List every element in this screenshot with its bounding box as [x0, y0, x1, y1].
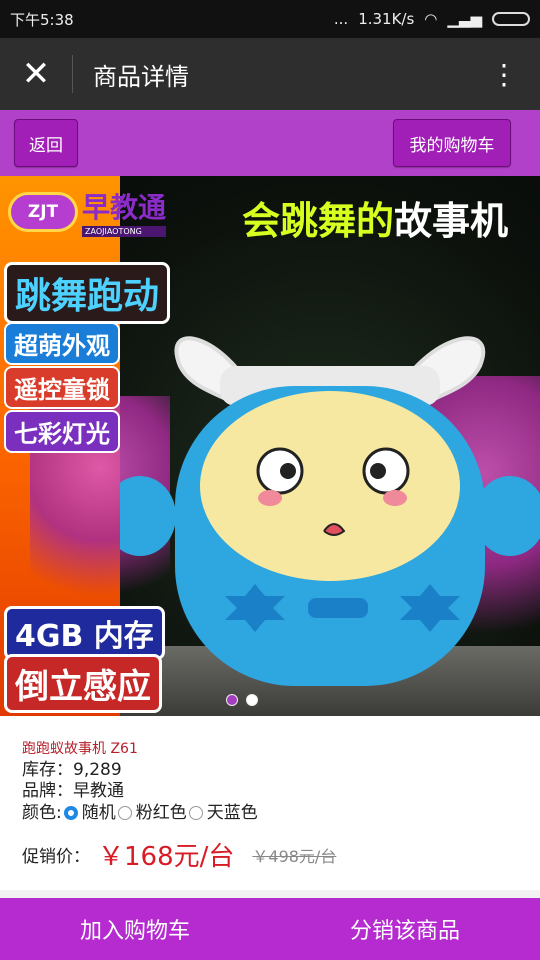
brand-name-en: ZAOJIAOTONG [82, 226, 167, 237]
product-name: 跑跑蚁故事机 Z61 [22, 741, 138, 757]
brand-badge: ZJT [8, 191, 78, 232]
status-time: 下午5:38 [10, 10, 74, 29]
product-banner[interactable]: ZJT 早教通 ZAOJIAOTONG 会跳舞的故事机 跳舞跑动 超萌外观 遥控… [0, 176, 540, 716]
wifi-icon: ◠ [424, 10, 438, 28]
feature-tag-lock: 遥控童锁 [4, 366, 120, 409]
feature-tag-light: 七彩灯光 [4, 410, 120, 453]
robot-toy-illustration [120, 336, 540, 686]
feature-tag-sensor: 倒立感应 [4, 654, 162, 713]
brand-text: 品牌：早教通 [22, 781, 124, 801]
title-divider [72, 55, 73, 93]
color-options: 颜色: 随机 粉红色 天蓝色 [22, 802, 518, 824]
stock-text: 库存：9,289 [22, 760, 122, 780]
signal-icon: ▁▃▅ [447, 10, 482, 28]
color-option-pink[interactable]: 粉红色 [136, 802, 187, 824]
price-row: 促销价： ￥168元/台 ￥498元/台 [22, 836, 518, 873]
more-icon[interactable]: ⋮ [468, 38, 540, 110]
color-option-skyblue[interactable]: 天蓝色 [207, 802, 258, 824]
promo-price: ￥168元/台 [98, 842, 235, 872]
color-option-random[interactable]: 随机 [82, 802, 116, 824]
brand-name-cn: 早教通 [82, 191, 167, 224]
distribute-button[interactable]: 分销该商品 [270, 898, 540, 960]
title-bar: ✕ 商品详情 ⋮ [0, 38, 540, 110]
carousel-indicator [226, 694, 258, 706]
my-cart-button[interactable]: 我的购物车 [393, 119, 511, 167]
page-title: 商品详情 [93, 62, 189, 91]
color-label: 颜色: [22, 803, 62, 823]
carousel-dot-1[interactable] [226, 694, 238, 706]
original-price: ￥498元/台 [252, 846, 337, 866]
radio-random[interactable] [63, 806, 78, 820]
back-button[interactable]: 返回 [14, 119, 78, 167]
promo-price-label: 促销价： [22, 847, 90, 867]
feature-tag-dance: 跳舞跑动 [4, 262, 171, 324]
network-speed: 1.31K/s [358, 10, 415, 28]
feature-tag-memory: 4GB 内存 [4, 606, 165, 660]
battery-icon [492, 12, 530, 26]
status-bar: 下午5:38 ... 1.31K/s ◠ ▁▃▅ [0, 0, 540, 38]
close-icon[interactable]: ✕ [0, 38, 72, 110]
brand-logo: ZJT 早教通 ZAOJIAOTONG [8, 186, 167, 237]
headline-part-b: 故事机 [394, 199, 509, 243]
headline-part-a: 会跳舞的 [242, 199, 395, 243]
bottom-action-bar: 加入购物车 分销该商品 [0, 898, 540, 960]
status-dots: ... [333, 10, 349, 28]
banner-headline: 会跳舞的故事机 [242, 190, 508, 245]
add-to-cart-button[interactable]: 加入购物车 [0, 898, 270, 960]
feature-tag-cute: 超萌外观 [4, 322, 120, 365]
nav-bar: 返回 我的购物车 [0, 110, 540, 176]
radio-pink[interactable] [117, 806, 132, 820]
carousel-dot-2[interactable] [246, 694, 258, 706]
radio-skyblue[interactable] [188, 806, 203, 820]
product-info: 跑跑蚁故事机 Z61 库存：9,289 品牌：早教通 颜色: 随机 粉红色 天蓝… [0, 716, 540, 890]
